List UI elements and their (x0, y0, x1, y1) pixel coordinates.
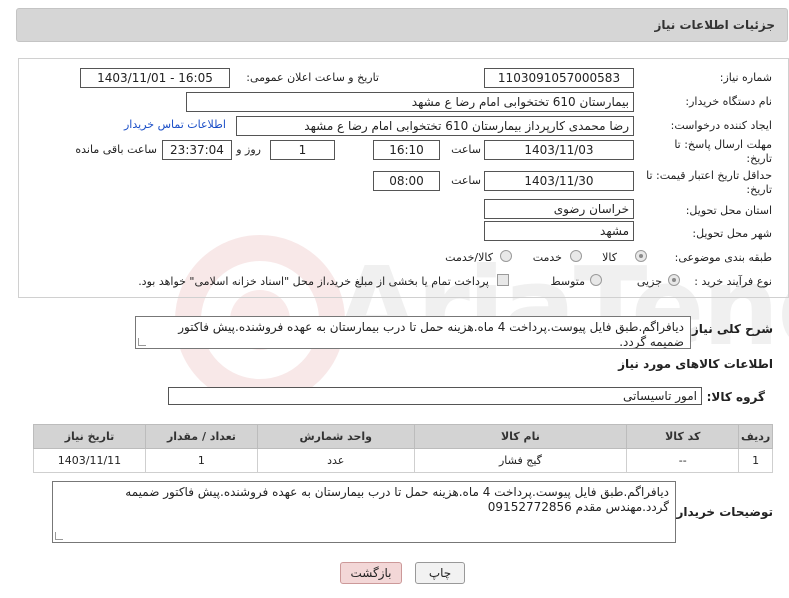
reply-deadline-time: 16:10 (373, 140, 440, 160)
description-textarea: دیافراگم.طبق فایل پیوست.پرداخت 4 ماه.هزی… (135, 316, 691, 349)
reply-deadline-label: مهلت ارسال پاسخ: تا تاریخ: (674, 138, 772, 165)
city-field: مشهد (484, 221, 634, 241)
purchase-medium-radio[interactable] (590, 274, 602, 286)
cell-row: 1 (738, 448, 773, 473)
time-remaining-label: ساعت باقی مانده (75, 143, 157, 156)
col-row: ردیف (738, 424, 773, 449)
days-remaining-field: 1 (270, 140, 335, 160)
goods-section-title: اطلاعات کالاهای مورد نیاز (618, 357, 773, 371)
announce-datetime-field: 1403/11/01 - 16:05 (80, 68, 230, 88)
goods-group-field: امور تاسیساتی (168, 387, 702, 405)
buyer-notes-textarea: دیافراگم.طبق فایل پیوست.پرداخت 4 ماه.هزی… (52, 481, 676, 543)
buyer-contact-link[interactable]: اطلاعات تماس خریدار (124, 118, 226, 131)
col-code: کد کالا (626, 424, 740, 449)
price-validity-date: 1403/11/30 (484, 171, 634, 191)
treasury-docs-note: پرداخت تمام یا بخشی از مبلغ خرید،از محل … (138, 275, 489, 288)
category-goods-radio[interactable] (635, 250, 647, 262)
price-validity-label: حداقل تاریخ اعتبار قیمت: تا تاریخ: (646, 169, 772, 196)
cell-qty: 1 (144, 448, 258, 473)
page-header: جزئیات اطلاعات نیاز (16, 8, 788, 42)
purchase-partial-label: جزیی (636, 275, 662, 288)
category-goods-label: کالا (602, 251, 617, 264)
category-service-radio[interactable] (570, 250, 582, 262)
goods-group-label: گروه کالا: (706, 390, 765, 404)
days-label: روز و (236, 143, 261, 156)
table-row: 1 -- گیج فشار عدد 1 1403/11/11 (33, 448, 773, 473)
category-goods-service-radio[interactable] (500, 250, 512, 262)
category-label: طبقه بندی موضوعی: (674, 251, 772, 264)
price-validity-time-label: ساعت (451, 174, 481, 187)
print-button[interactable]: چاپ (415, 562, 465, 584)
requester-field: رضا محمدی کارپرداز بیمارستان 610 تختخواب… (236, 116, 634, 136)
buyer-notes-label: توضیحات خریدار: (671, 505, 773, 519)
requester-label: ایجاد کننده درخواست: (670, 119, 772, 132)
cell-date: 1403/11/11 (33, 448, 146, 473)
col-qty: تعداد / مقدار (144, 424, 258, 449)
reply-deadline-time-label: ساعت (451, 143, 481, 156)
announce-datetime-label: تاریخ و ساعت اعلان عمومی: (246, 71, 379, 84)
goods-table: ردیف کد کالا نام کالا واحد شمارش تعداد /… (33, 424, 773, 473)
description-label: شرح کلی نیاز: (687, 322, 773, 336)
purchase-partial-radio[interactable] (668, 274, 680, 286)
resize-grip-icon[interactable] (138, 338, 146, 346)
need-number-field: 1103091057000583 (484, 68, 634, 88)
purchase-medium-label: متوسط (550, 275, 585, 288)
buyer-org-label: نام دستگاه خریدار: (685, 95, 772, 108)
page-title: جزئیات اطلاعات نیاز (654, 18, 775, 32)
col-date: تاریخ نیاز (33, 424, 146, 449)
reply-deadline-date: 1403/11/03 (484, 140, 634, 160)
time-remaining-field: 23:37:04 (162, 140, 232, 160)
col-unit: واحد شمارش (256, 424, 415, 449)
province-field: خراسان رضوی (484, 199, 634, 219)
cell-unit: عدد (256, 448, 415, 473)
purchase-type-label: نوع فرآیند خرید : (694, 275, 772, 288)
resize-grip-icon[interactable] (55, 532, 63, 540)
need-number-label: شماره نیاز: (719, 71, 772, 84)
category-service-label: خدمت (532, 251, 562, 264)
table-header-row: ردیف کد کالا نام کالا واحد شمارش تعداد /… (33, 424, 773, 449)
back-button[interactable]: بازگشت (340, 562, 402, 584)
col-name: نام کالا (413, 424, 628, 449)
description-text: دیافراگم.طبق فایل پیوست.پرداخت 4 ماه.هزی… (178, 320, 684, 349)
buyer-org-field: بیمارستان 610 تختخوابی امام رضا ع مشهد (186, 92, 634, 112)
price-validity-time: 08:00 (373, 171, 440, 191)
category-goods-service-label: کالا/خدمت (445, 251, 493, 264)
treasury-docs-checkbox[interactable] (497, 274, 509, 286)
cell-code: -- (626, 448, 740, 473)
province-label: استان محل تحویل: (685, 204, 772, 217)
city-label: شهر محل تحویل: (692, 227, 772, 240)
buyer-notes-text: دیافراگم.طبق فایل پیوست.پرداخت 4 ماه.هزی… (125, 485, 669, 514)
cell-name: گیج فشار (413, 448, 628, 473)
